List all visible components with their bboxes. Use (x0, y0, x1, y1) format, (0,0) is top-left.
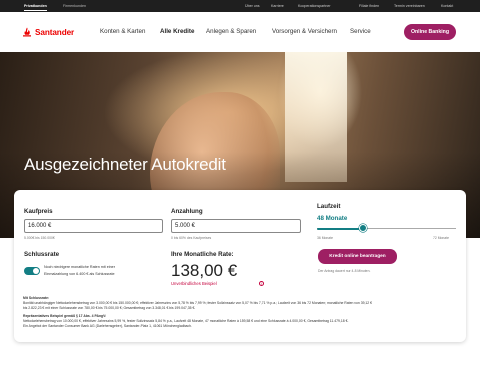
example-link[interactable]: Unverbindliches Beispiel (171, 281, 217, 286)
monthly-rate-label: Ihre Monatliche Rate: (171, 251, 234, 258)
apply-note: Der Antrag dauert nur 4-8 Minuten. (318, 269, 371, 273)
anzahlung-hint: 0 bis 60% des Kaufpreises (171, 236, 212, 240)
info-icon[interactable]: i (259, 281, 264, 286)
laufzeit-value: 48 Monate (317, 215, 348, 222)
santander-logo[interactable]: Santander (22, 26, 74, 38)
apply-online-button[interactable]: Kredit online beantragen (318, 249, 397, 264)
tab-firmenkunden[interactable]: Firmenkunden (63, 0, 86, 12)
nav-konten-karten[interactable]: Konten & Karten (100, 28, 145, 35)
nav-vorsorgen-versichern[interactable]: Vorsorgen & Versichern (272, 28, 337, 35)
footnote-heading-1: Mit Schlussrate: (23, 296, 50, 300)
anzahlung-input[interactable]: 5.000 € (171, 219, 301, 233)
link-kontakt[interactable]: Kontakt (441, 0, 453, 12)
laufzeit-label: Laufzeit (317, 203, 341, 210)
schlussrate-toggle[interactable] (24, 267, 40, 275)
tab-privatkunden[interactable]: Privatkunden (24, 0, 47, 12)
monthly-rate-value: 138,00 € (171, 261, 238, 280)
top-utility-bar: Privatkunden Firmenkunden Über uns Karri… (0, 0, 480, 12)
link-karriere[interactable]: Karriere (271, 0, 284, 12)
laufzeit-min-label: 36 Monate (317, 236, 334, 240)
laufzeit-max-label: 72 Monate (433, 236, 450, 240)
main-navigation: Santander Konten & Karten Alle Kredite A… (0, 12, 480, 52)
footnote-line-2: bis 2.822,23 € mit einer Schlussrate von… (23, 306, 196, 310)
laufzeit-slider-handle[interactable] (359, 224, 368, 232)
link-kooperationspartner[interactable]: Kooperationspartner (298, 0, 331, 12)
nav-anlegen-sparen[interactable]: Anlegen & Sparen (206, 28, 256, 35)
footnote-heading-2: Repräsentatives Beispiel gemäß § 17 Abs.… (23, 314, 107, 318)
footnote-line-3: Nettodarlehensbetrag von 10.000,00 €, ef… (23, 319, 349, 323)
link-termin-vereinbaren[interactable]: Termin vereinbaren (394, 0, 425, 12)
link-filiale-finden[interactable]: Filiale finden (359, 0, 379, 12)
footnote-line-1: Bonität unabhängiger Nettodarlehensbetra… (23, 301, 373, 305)
laufzeit-slider-fill (317, 227, 364, 230)
hero-title: Ausgezeichneter Autokredit (24, 155, 226, 174)
kaufpreis-hint: 5.000€ bis 150.000€ (24, 236, 55, 240)
flame-icon (23, 27, 31, 37)
schlussrate-text-1: Noch niedrigere monatliche Raten mit ein… (44, 265, 115, 269)
loan-calculator-card: Kaufpreis 16.000 € 5.000€ bis 150.000€ A… (14, 190, 466, 342)
nav-service[interactable]: Service (350, 28, 371, 35)
link-ueber-uns[interactable]: Über uns (245, 0, 260, 12)
brand-name: Santander (35, 27, 75, 37)
footnote-line-4: Ein Angebot der Santander Consumer Bank … (23, 324, 192, 328)
kaufpreis-label: Kaufpreis (24, 208, 53, 215)
nav-alle-kredite[interactable]: Alle Kredite (160, 28, 194, 35)
schlussrate-label: Schlussrate (24, 251, 60, 258)
online-banking-button[interactable]: Online Banking (404, 24, 456, 40)
anzahlung-label: Anzahlung (171, 208, 203, 215)
kaufpreis-input[interactable]: 16.000 € (24, 219, 163, 233)
schlussrate-text-2: Einmalzahlung von 6.400 € als Schlussrat… (44, 272, 115, 276)
